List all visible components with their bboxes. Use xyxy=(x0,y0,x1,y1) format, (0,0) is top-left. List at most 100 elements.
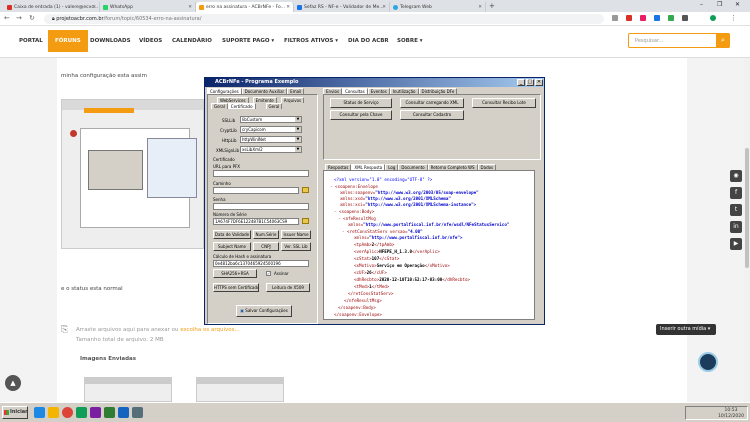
app-icon[interactable] xyxy=(118,407,129,418)
url-pfx-input[interactable] xyxy=(213,170,309,177)
nav-foruns[interactable]: FÓRUNS xyxy=(48,30,88,52)
attach-link[interactable]: escolha os arquivos... xyxy=(180,327,240,333)
start-button[interactable]: Iniciar xyxy=(2,406,28,419)
folder-icon[interactable] xyxy=(302,218,309,224)
browser-tab-forum[interactable]: erro na assinatura - ACBrNFe - Fo... ✕ xyxy=(196,2,294,12)
serie-input[interactable]: 1A674F7DF6E122487B1C54063CS9 xyxy=(213,218,299,225)
caminho-input[interactable] xyxy=(213,187,299,194)
system-tray: 10:53 10/12/2020 xyxy=(685,406,748,420)
nav-downloads[interactable]: DOWNLOADS xyxy=(90,38,131,44)
hash-input[interactable]: 0e4812ba6c1370465924500196 xyxy=(213,260,309,267)
app-icon[interactable] xyxy=(76,407,87,418)
twitter-icon[interactable]: t xyxy=(730,204,742,216)
ssl-select[interactable]: libCustom ▼ xyxy=(240,116,302,123)
back-icon[interactable]: ← xyxy=(4,14,10,22)
close-icon[interactable]: ✕ xyxy=(92,5,96,10)
issuer-name-button[interactable]: Issuer Name xyxy=(281,230,311,239)
ver-ssl-button[interactable]: Ver. SSL Lib xyxy=(281,242,311,251)
nav-calendario[interactable]: CALENDÁRIO xyxy=(172,38,212,44)
reload-icon[interactable]: ↻ xyxy=(29,14,35,22)
nav-dia-do-acbr[interactable]: DIA DO ACBR xyxy=(348,38,389,44)
app-icon[interactable] xyxy=(90,407,101,418)
tab-certificado[interactable]: Certificado xyxy=(227,103,256,109)
search-icon[interactable]: ⌕ xyxy=(716,33,730,48)
nav-videos[interactable]: VÍDEOS xyxy=(139,38,162,44)
github-icon[interactable]: ◉ xyxy=(730,170,742,182)
linkedin-icon[interactable]: in xyxy=(730,221,742,233)
sha256-button[interactable]: SHA256+RSA xyxy=(213,269,257,278)
consultar-cadastro-button[interactable]: Consultar Cadastro xyxy=(400,110,464,120)
page-scrollbar[interactable] xyxy=(744,58,750,402)
app-icon[interactable] xyxy=(132,407,143,418)
tab-arquivos[interactable]: Arquivos xyxy=(280,97,305,103)
consultar-chave-button[interactable]: Consultar pela Chave xyxy=(330,110,392,120)
ie-icon[interactable] xyxy=(34,407,45,418)
xmlsign-select[interactable]: xsLibXml2 ▼ xyxy=(240,146,302,153)
new-tab-icon[interactable]: + xyxy=(489,2,495,10)
url-input[interactable]: 🔒︎ projetoacbr.com.br/forum/topic/60534-… xyxy=(44,14,604,24)
browser-tab-sefaz[interactable]: Sefaz RS - NF-e - Validador de Me... ✕ xyxy=(294,2,390,12)
minimize-icon[interactable]: – xyxy=(700,1,703,8)
facebook-icon[interactable]: f xyxy=(730,187,742,199)
uploaded-image-2[interactable] xyxy=(196,377,284,402)
app-icon[interactable] xyxy=(104,407,115,418)
nav-sobre[interactable]: SOBRE ▾ xyxy=(397,38,423,44)
salvar-button[interactable]: ▣ Salvar Configurações xyxy=(236,305,292,317)
folder-icon[interactable] xyxy=(302,187,309,193)
xml-response-viewer[interactable]: <?xml version="1.0" encoding="UTF-8" ?> … xyxy=(323,170,535,320)
close-icon[interactable]: ✕ xyxy=(535,79,543,86)
crypt-select[interactable]: cryCapicom ▼ xyxy=(240,126,302,133)
extension-icon[interactable] xyxy=(668,15,674,21)
nav-suporte-pago[interactable]: SUPORTE PAGO ▾ xyxy=(222,38,274,44)
scrollbar-thumb[interactable] xyxy=(745,148,749,268)
http-select[interactable]: httpWinINet ▼ xyxy=(240,136,302,143)
salvar-label: Salvar Configurações xyxy=(245,308,288,313)
extension-icon[interactable] xyxy=(682,15,688,21)
clock[interactable]: 10:53 10/12/2020 xyxy=(718,408,744,420)
consultar-recibo-button[interactable]: Consultar Recibo Lote xyxy=(472,98,536,108)
consultar-xml-button[interactable]: Consultar carregando XML xyxy=(400,98,464,108)
maximize-icon[interactable]: ❐ xyxy=(717,1,722,8)
bookmark-icon[interactable] xyxy=(612,15,618,21)
status-servico-button[interactable]: Status de Serviço xyxy=(330,98,392,108)
extension-icon[interactable] xyxy=(626,15,632,21)
close-icon[interactable]: ✕ xyxy=(382,5,386,10)
senha-input[interactable] xyxy=(213,203,309,210)
maximize-icon[interactable]: □ xyxy=(526,79,534,86)
num-serie-button[interactable]: Num.Série xyxy=(253,230,279,239)
data-validade-button[interactable]: Data de Validade xyxy=(213,230,251,239)
extension-icon[interactable] xyxy=(640,15,646,21)
minimize-icon[interactable]: _ xyxy=(517,79,525,86)
chrome-icon[interactable] xyxy=(62,407,73,418)
window-titlebar[interactable]: ACBrNFe - Programa Exemplo _ □ ✕ xyxy=(205,78,544,87)
nav-filtros-ativos[interactable]: FILTROS ATIVOS ▾ xyxy=(284,38,338,44)
uploaded-image-1[interactable] xyxy=(84,377,172,402)
nav-portal[interactable]: PORTAL xyxy=(19,38,43,44)
close-icon[interactable]: ✕ xyxy=(188,5,192,10)
close-icon[interactable]: ✕ xyxy=(478,5,482,10)
extension-icon[interactable] xyxy=(654,15,660,21)
insert-media-button[interactable]: Inserir outra mídia ▾ xyxy=(656,324,716,335)
browser-tab-telegram[interactable]: Telegram Web ✕ xyxy=(390,2,486,12)
cnpj-button[interactable]: CNPJ xyxy=(253,242,279,251)
explorer-icon[interactable] xyxy=(48,407,59,418)
tab-geral[interactable]: Geral xyxy=(211,103,228,109)
post-image-config[interactable] xyxy=(61,99,204,249)
attach-size: Tamanho total de arquivo: 2 MB xyxy=(76,337,164,343)
https-button[interactable]: HTTPS sem Certificado xyxy=(213,283,259,292)
scroll-top-icon[interactable]: ▲ xyxy=(5,375,21,391)
youtube-icon[interactable]: ▶ xyxy=(730,238,742,250)
profile-avatar[interactable] xyxy=(710,15,716,21)
close-window-icon[interactable]: ✕ xyxy=(735,1,740,8)
search-input[interactable]: Pesquisar... ⌕ xyxy=(628,33,730,48)
subject-name-button[interactable]: Subject Name xyxy=(213,242,251,251)
forward-icon[interactable]: → xyxy=(16,14,22,22)
chat-fab[interactable] xyxy=(698,352,718,372)
close-icon[interactable]: ✕ xyxy=(286,5,290,10)
leitura-x509-button[interactable]: Leitura de X509 xyxy=(266,283,310,292)
menu-icon[interactable]: ⋮ xyxy=(730,14,737,22)
browser-tab-whatsapp[interactable]: WhatsApp ✕ xyxy=(100,2,196,12)
browser-tab-gmail[interactable]: Caixa de entrada (1) - valere@ecvc... ✕ xyxy=(4,2,100,12)
tab-geral-2[interactable]: Geral xyxy=(265,103,283,109)
assinar-checkbox[interactable]: ✓ xyxy=(266,271,271,276)
